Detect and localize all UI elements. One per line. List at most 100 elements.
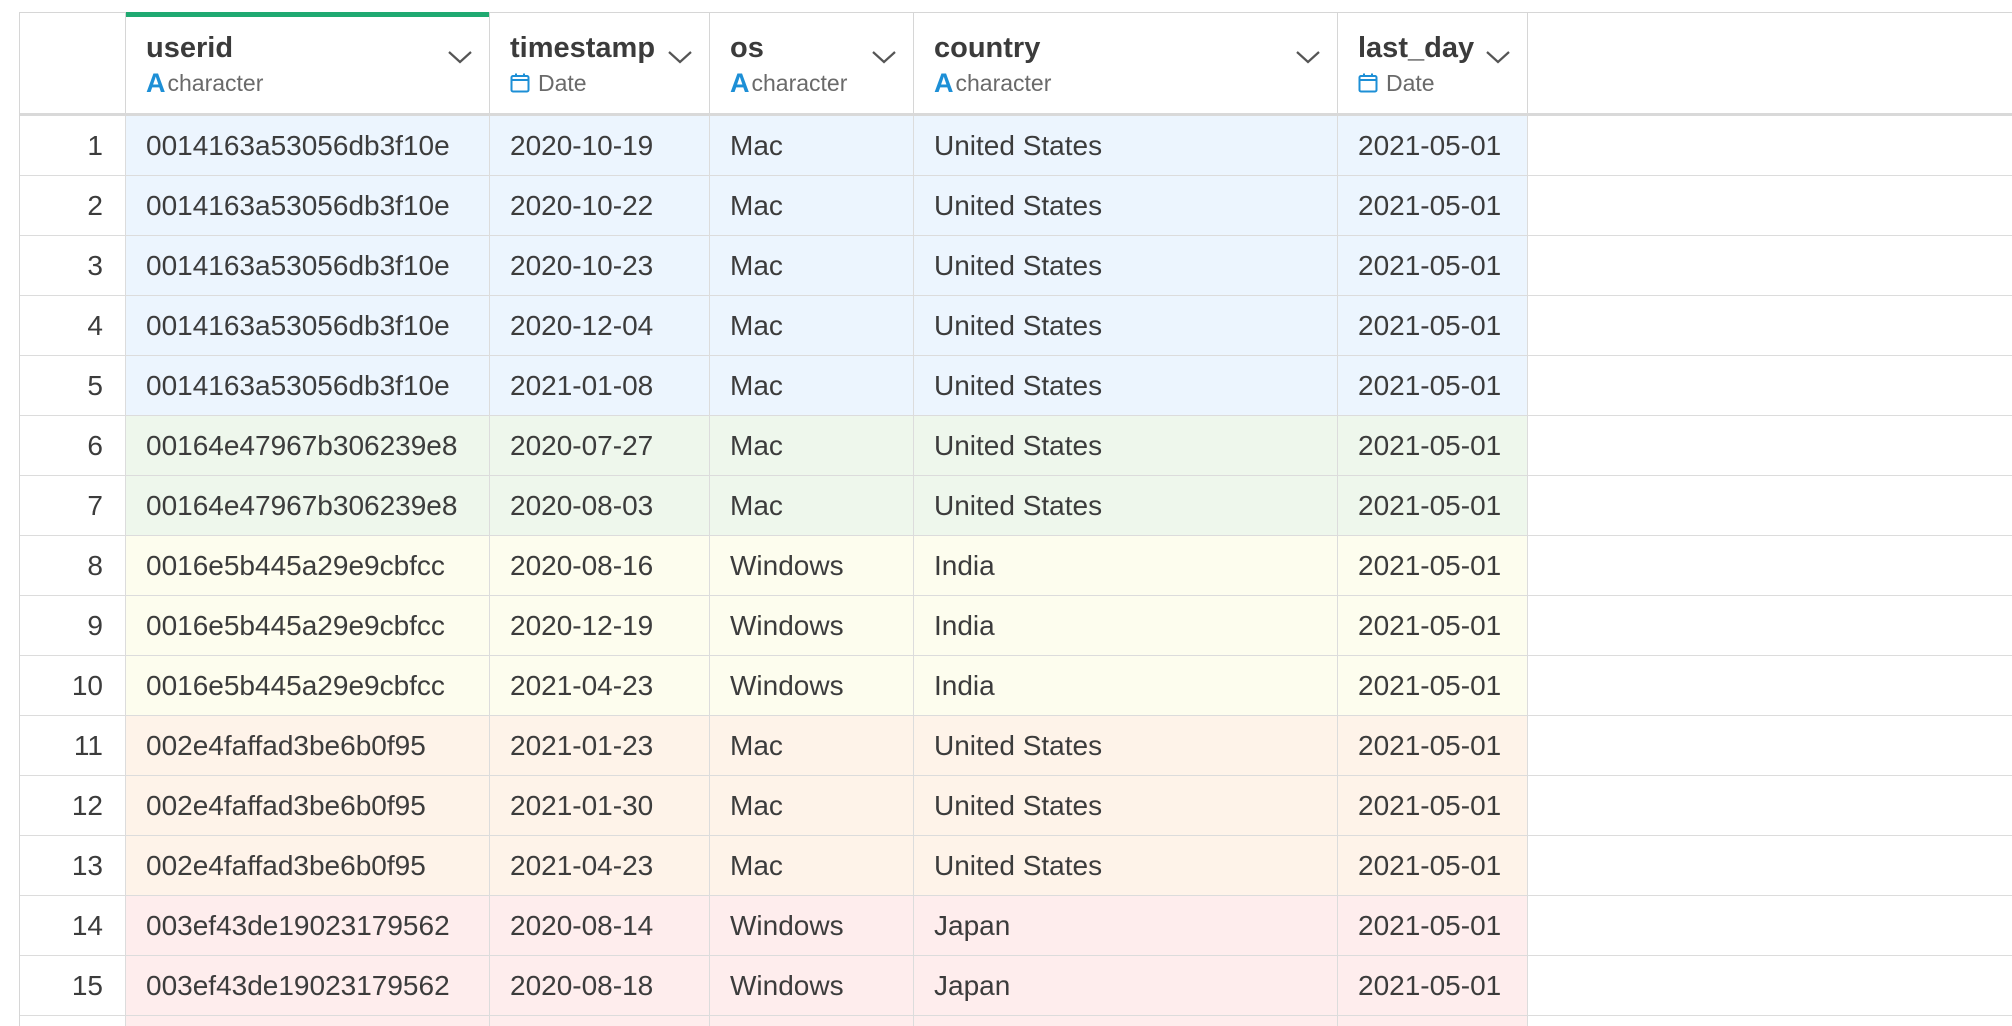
cell-country[interactable]: Japan xyxy=(914,896,1338,955)
cell-last_day[interactable]: 2021-05-01 xyxy=(1338,836,1528,895)
cell-userid[interactable]: 00164e47967b306239e8 xyxy=(126,416,490,475)
cell-userid[interactable]: 0014163a53056db3f10e xyxy=(126,176,490,235)
cell-last_day[interactable]: 2021-05-01 xyxy=(1338,896,1528,955)
chevron-down-icon[interactable] xyxy=(667,49,693,65)
cell-userid[interactable]: 0014163a53056db3f10e xyxy=(126,116,490,175)
row-index[interactable]: 9 xyxy=(20,596,126,655)
cell-os[interactable]: Mac xyxy=(710,356,914,415)
cell-country[interactable]: India xyxy=(914,536,1338,595)
cell-userid[interactable]: 002e4faffad3be6b0f95 xyxy=(126,716,490,775)
cell-userid[interactable]: 0016e5b445a29e9cbfcc xyxy=(126,596,490,655)
cell-os[interactable]: Windows xyxy=(710,896,914,955)
column-header-last_day[interactable]: last_day Date xyxy=(1338,13,1528,113)
cell-os[interactable]: Windows xyxy=(710,956,914,1015)
cell-timestamp[interactable]: 2021-04-23 xyxy=(490,656,710,715)
cell-last_day[interactable]: 2021-05-01 xyxy=(1338,176,1528,235)
cell-last_day[interactable]: 2021-05-01 xyxy=(1338,536,1528,595)
cell-timestamp[interactable]: 2021-04-23 xyxy=(490,836,710,895)
cell-last_day[interactable]: 2021-05-01 xyxy=(1338,356,1528,415)
cell-timestamp[interactable]: 2020-08-03 xyxy=(490,476,710,535)
cell-country[interactable]: United States xyxy=(914,176,1338,235)
cell-country[interactable]: United States xyxy=(914,296,1338,355)
cell-timestamp[interactable]: 2021-01-30 xyxy=(490,776,710,835)
chevron-down-icon[interactable] xyxy=(871,49,897,65)
row-index[interactable]: 5 xyxy=(20,356,126,415)
cell-os[interactable]: Mac xyxy=(710,716,914,775)
column-header-userid[interactable]: userid A character xyxy=(126,12,490,113)
cell-last_day[interactable]: 2021-05-01 xyxy=(1338,476,1528,535)
cell-last_day[interactable]: 2021-05-01 xyxy=(1338,116,1528,175)
row-index[interactable]: 11 xyxy=(20,716,126,775)
cell-country[interactable]: United States xyxy=(914,836,1338,895)
cell-os[interactable]: Mac xyxy=(710,176,914,235)
cell-last_day[interactable]: 2021-05-01 xyxy=(1338,416,1528,475)
cell-userid[interactable]: 0014163a53056db3f10e xyxy=(126,296,490,355)
cell-userid[interactable]: 0016e5b445a29e9cbfcc xyxy=(126,656,490,715)
cell-timestamp[interactable]: 2021-01-08 xyxy=(490,356,710,415)
column-header-country[interactable]: country A character xyxy=(914,13,1338,113)
cell-os[interactable]: Windows xyxy=(710,596,914,655)
cell-os[interactable]: Mac xyxy=(710,116,914,175)
cell-country[interactable]: Japan xyxy=(914,956,1338,1015)
cell-userid[interactable]: 00164e47967b306239e8 xyxy=(126,476,490,535)
row-index[interactable]: 1 xyxy=(20,116,126,175)
cell-country[interactable]: United States xyxy=(914,236,1338,295)
cell-timestamp[interactable]: 2020-12-04 xyxy=(490,296,710,355)
cell-last_day[interactable]: 2021-05-01 xyxy=(1338,656,1528,715)
cell-os[interactable]: Mac xyxy=(710,296,914,355)
cell-os[interactable]: Windows xyxy=(710,656,914,715)
cell-country[interactable]: United States xyxy=(914,716,1338,775)
cell-country[interactable]: United States xyxy=(914,416,1338,475)
cell-timestamp[interactable]: 2020-08-18 xyxy=(490,956,710,1015)
cell-os[interactable]: Mac xyxy=(710,776,914,835)
cell-timestamp[interactable]: 2020-07-27 xyxy=(490,416,710,475)
cell-timestamp[interactable]: 2020-12-19 xyxy=(490,596,710,655)
row-index[interactable]: 3 xyxy=(20,236,126,295)
row-index[interactable]: 12 xyxy=(20,776,126,835)
cell-last_day[interactable]: 2021-05-01 xyxy=(1338,956,1528,1015)
column-header-timestamp[interactable]: timestamp Date xyxy=(490,13,710,113)
cell-userid[interactable]: 003ef43de19023179562 xyxy=(126,956,490,1015)
cell-userid[interactable]: 002e4faffad3be6b0f95 xyxy=(126,776,490,835)
row-index[interactable]: 4 xyxy=(20,296,126,355)
cell-last_day[interactable]: 2021-05-01 xyxy=(1338,296,1528,355)
cell-os[interactable]: Windows xyxy=(710,536,914,595)
cell-os[interactable]: Mac xyxy=(710,416,914,475)
row-index[interactable]: 2 xyxy=(20,176,126,235)
cell-os[interactable]: Mac xyxy=(710,236,914,295)
cell-os[interactable]: Mac xyxy=(710,836,914,895)
row-index[interactable]: 6 xyxy=(20,416,126,475)
row-index[interactable]: 10 xyxy=(20,656,126,715)
cell-last_day[interactable]: 2021-05-01 xyxy=(1338,716,1528,775)
column-header-os[interactable]: os A character xyxy=(710,13,914,113)
cell-country[interactable]: India xyxy=(914,656,1338,715)
chevron-down-icon[interactable] xyxy=(1485,49,1511,65)
cell-last_day[interactable]: 2021-05-01 xyxy=(1338,776,1528,835)
cell-country[interactable]: United States xyxy=(914,476,1338,535)
cell-timestamp[interactable]: 2020-10-19 xyxy=(490,116,710,175)
cell-country[interactable]: United States xyxy=(914,356,1338,415)
chevron-down-icon[interactable] xyxy=(447,49,473,65)
row-index[interactable]: 13 xyxy=(20,836,126,895)
cell-timestamp[interactable]: 2020-08-14 xyxy=(490,896,710,955)
cell-country[interactable]: United States xyxy=(914,776,1338,835)
cell-userid[interactable]: 0014163a53056db3f10e xyxy=(126,236,490,295)
cell-last_day[interactable]: 2021-05-01 xyxy=(1338,596,1528,655)
row-index[interactable]: 15 xyxy=(20,956,126,1015)
cell-country[interactable]: India xyxy=(914,596,1338,655)
cell-last_day[interactable]: 2021-05-01 xyxy=(1338,236,1528,295)
cell-timestamp[interactable]: 2021-01-23 xyxy=(490,716,710,775)
chevron-down-icon[interactable] xyxy=(1295,49,1321,65)
cell-timestamp[interactable]: 2020-10-23 xyxy=(490,236,710,295)
cell-timestamp[interactable]: 2020-08-16 xyxy=(490,536,710,595)
row-index[interactable]: 7 xyxy=(20,476,126,535)
row-index[interactable]: 14 xyxy=(20,896,126,955)
cell-userid[interactable]: 0014163a53056db3f10e xyxy=(126,356,490,415)
cell-userid[interactable]: 003ef43de19023179562 xyxy=(126,896,490,955)
cell-country[interactable]: United States xyxy=(914,116,1338,175)
cell-userid[interactable]: 0016e5b445a29e9cbfcc xyxy=(126,536,490,595)
cell-os[interactable]: Mac xyxy=(710,476,914,535)
cell-userid[interactable]: 002e4faffad3be6b0f95 xyxy=(126,836,490,895)
row-index[interactable]: 8 xyxy=(20,536,126,595)
cell-timestamp[interactable]: 2020-10-22 xyxy=(490,176,710,235)
